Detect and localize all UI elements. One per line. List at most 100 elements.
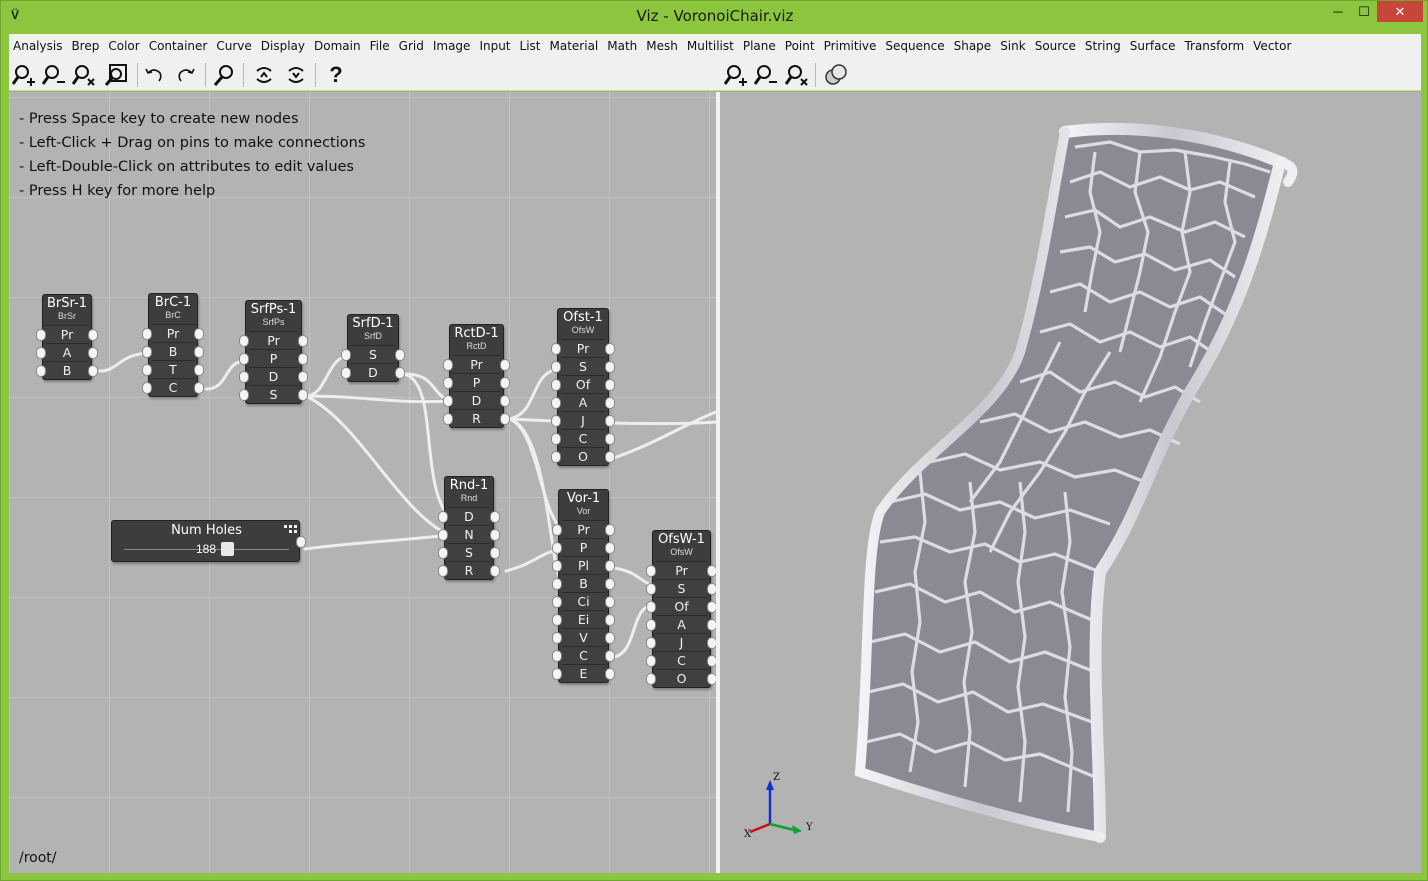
input-pin[interactable] — [239, 389, 249, 401]
input-pin[interactable] — [239, 371, 249, 383]
output-pin[interactable] — [500, 395, 510, 407]
viewport-zoom-in-icon[interactable] — [723, 62, 749, 88]
num-holes-slider-node[interactable]: Num Holes 188 — [111, 520, 306, 562]
output-pin[interactable] — [605, 415, 615, 427]
menu-sequence[interactable]: Sequence — [885, 39, 944, 53]
input-pin[interactable] — [552, 578, 562, 590]
node-vor[interactable]: Vor-1 Vor Pr P Pl B Ci Ei V C E — [552, 489, 615, 683]
menu-color[interactable]: Color — [108, 39, 139, 53]
output-pin[interactable] — [605, 632, 615, 644]
output-pin[interactable] — [605, 361, 615, 373]
output-pin[interactable] — [605, 451, 615, 463]
help-icon[interactable]: ? — [323, 62, 349, 88]
input-pin[interactable] — [646, 655, 656, 667]
input-pin[interactable] — [552, 614, 562, 626]
input-pin[interactable] — [551, 451, 561, 463]
input-pin[interactable] — [552, 542, 562, 554]
port-pr[interactable]: Pr — [551, 339, 615, 357]
port-s[interactable]: S — [438, 543, 500, 561]
input-pin[interactable] — [552, 560, 562, 572]
output-pin[interactable] — [707, 655, 716, 667]
input-pin[interactable] — [552, 524, 562, 536]
port-e[interactable]: E — [552, 664, 615, 682]
output-pin[interactable] — [707, 673, 716, 685]
port-pr[interactable]: Pr — [552, 520, 615, 538]
port-j[interactable]: J — [551, 411, 615, 429]
maximize-button[interactable]: ☐ — [1354, 1, 1374, 23]
zoom-in-icon[interactable] — [11, 62, 37, 88]
output-pin[interactable] — [500, 359, 510, 371]
port-pl[interactable]: Pl — [552, 556, 615, 574]
output-pin[interactable] — [194, 382, 204, 394]
input-pin[interactable] — [443, 359, 453, 371]
output-pin[interactable] — [605, 596, 615, 608]
node-ofsw[interactable]: OfsW-1 OfsW Pr S Of A J C O — [646, 530, 716, 688]
port-ci[interactable]: Ci — [552, 592, 615, 610]
input-pin[interactable] — [646, 673, 656, 685]
input-pin[interactable] — [142, 346, 152, 358]
output-pin[interactable] — [605, 524, 615, 536]
input-pin[interactable] — [341, 349, 351, 361]
output-pin[interactable] — [707, 565, 716, 577]
input-pin[interactable] — [551, 343, 561, 355]
input-pin[interactable] — [142, 382, 152, 394]
port-j[interactable]: J — [646, 633, 716, 651]
port-d[interactable]: D — [239, 367, 308, 385]
port-c[interactable]: C — [551, 429, 615, 447]
port-r[interactable]: R — [438, 561, 500, 579]
3d-viewport[interactable]: Z Y X — [720, 92, 1421, 873]
input-pin[interactable] — [552, 632, 562, 644]
zoom-out-icon[interactable] — [41, 62, 67, 88]
input-pin[interactable] — [646, 565, 656, 577]
input-pin[interactable] — [646, 583, 656, 595]
menu-curve[interactable]: Curve — [216, 39, 251, 53]
input-pin[interactable] — [552, 650, 562, 662]
port-c[interactable]: C — [552, 646, 615, 664]
port-d[interactable]: D — [341, 363, 405, 381]
port-s[interactable]: S — [646, 579, 716, 597]
port-a[interactable]: A — [646, 615, 716, 633]
port-r[interactable]: R — [443, 409, 510, 427]
output-pin[interactable] — [605, 560, 615, 572]
input-pin[interactable] — [551, 397, 561, 409]
input-pin[interactable] — [646, 637, 656, 649]
node-srfd[interactable]: SrfD-1 SrfD S D — [341, 314, 405, 382]
port-v[interactable]: V — [552, 628, 615, 646]
port-of[interactable]: Of — [646, 597, 716, 615]
port-c[interactable]: C — [142, 378, 204, 396]
port-a[interactable]: A — [36, 343, 98, 361]
output-pin[interactable] — [490, 565, 500, 577]
node-brc[interactable]: BrC-1 BrC Pr B T C — [142, 293, 204, 397]
menu-domain[interactable]: Domain — [314, 39, 361, 53]
menu-transform[interactable]: Transform — [1184, 39, 1244, 53]
port-d[interactable]: D — [443, 391, 510, 409]
slider-knob[interactable] — [221, 542, 234, 556]
viewport-zoom-reset-icon[interactable] — [784, 62, 810, 88]
close-button[interactable]: ✕ — [1377, 1, 1423, 22]
minimize-button[interactable]: ─ — [1328, 1, 1348, 23]
redo-icon[interactable] — [173, 62, 199, 88]
input-pin[interactable] — [341, 367, 351, 379]
find-icon[interactable] — [211, 62, 237, 88]
input-pin[interactable] — [646, 619, 656, 631]
port-o[interactable]: O — [646, 669, 716, 687]
shading-icon[interactable] — [823, 62, 849, 88]
menu-brep[interactable]: Brep — [71, 39, 99, 53]
menu-plane[interactable]: Plane — [743, 39, 776, 53]
input-pin[interactable] — [438, 565, 448, 577]
output-pin[interactable] — [605, 343, 615, 355]
output-pin[interactable] — [605, 542, 615, 554]
node-rctd[interactable]: RctD-1 RctD Pr P D R — [443, 324, 510, 428]
port-pr[interactable]: Pr — [36, 325, 98, 343]
port-pr[interactable]: Pr — [646, 561, 716, 579]
input-pin[interactable] — [443, 377, 453, 389]
input-pin[interactable] — [239, 335, 249, 347]
menu-grid[interactable]: Grid — [399, 39, 424, 53]
output-pin[interactable] — [298, 389, 308, 401]
menu-list[interactable]: List — [520, 39, 541, 53]
port-s[interactable]: S — [239, 385, 308, 403]
output-pin[interactable] — [707, 637, 716, 649]
port-p[interactable]: P — [239, 349, 308, 367]
output-pin[interactable] — [490, 547, 500, 559]
port-pr[interactable]: Pr — [142, 324, 204, 342]
